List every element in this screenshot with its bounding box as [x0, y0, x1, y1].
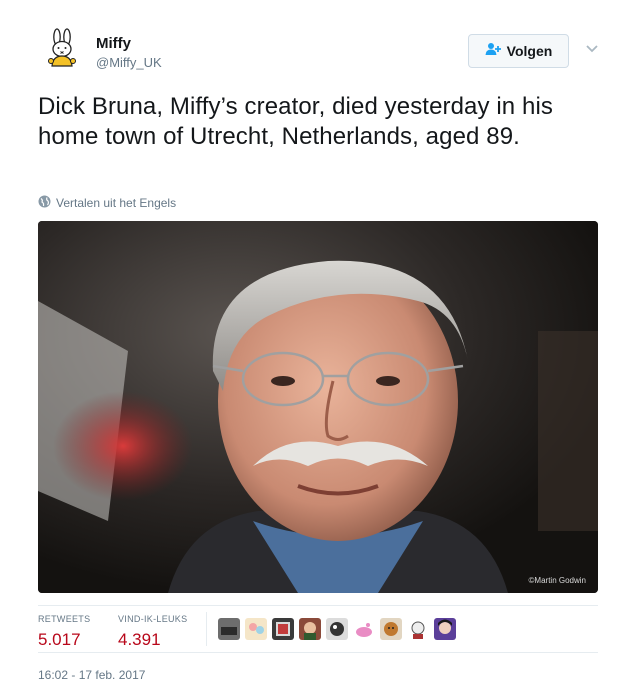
liker-avatar[interactable] [353, 618, 375, 640]
translate-label: Vertalen uit het Engels [56, 196, 177, 210]
liker-avatar[interactable] [218, 618, 240, 640]
likes-count: 4.391 [118, 630, 161, 649]
liker-avatar[interactable] [434, 618, 456, 640]
miffy-avatar-icon[interactable] [38, 26, 86, 74]
tweet-stats: RETWEETS 5.017 VIND-IK-LEUKS 4.391 [38, 605, 598, 653]
retweets-count: 5.017 [38, 630, 81, 649]
liker-avatar[interactable] [245, 618, 267, 640]
tweet-header: Miffy @Miffy_UK Volgen [38, 26, 608, 82]
liker-avatar[interactable] [272, 618, 294, 640]
liker-avatar[interactable] [407, 618, 429, 640]
liker-avatar[interactable] [380, 618, 402, 640]
globe-icon [38, 195, 51, 211]
retweets-label: RETWEETS [38, 614, 91, 624]
user-handle[interactable]: @Miffy_UK [96, 54, 162, 71]
portrait-photo [38, 221, 598, 593]
add-user-icon [485, 42, 501, 61]
photo-credit: ©Martin Godwin [528, 576, 586, 585]
liker-avatar[interactable] [299, 618, 321, 640]
user-names[interactable]: Miffy @Miffy_UK [96, 35, 162, 71]
tweet-photo[interactable]: ©Martin Godwin [38, 221, 598, 593]
tweet-timestamp[interactable]: 16:02 - 17 feb. 2017 [38, 668, 145, 682]
retweets-stat[interactable]: RETWEETS 5.017 [38, 614, 90, 651]
likes-stat[interactable]: VIND-IK-LEUKS 4.391 [118, 614, 187, 651]
tweet-text: Dick Bruna, Miffy’s creator, died yester… [38, 93, 553, 150]
stats-divider [206, 612, 207, 646]
follow-button[interactable]: Volgen [468, 34, 569, 68]
translate-link[interactable]: Vertalen uit het Engels [38, 195, 176, 211]
follow-button-label: Volgen [506, 43, 553, 59]
likes-label: VIND-IK-LEUKS [118, 614, 188, 624]
liker-avatar[interactable] [326, 618, 348, 640]
likers-list [218, 618, 456, 640]
display-name[interactable]: Miffy [96, 35, 162, 53]
chevron-down-icon[interactable] [585, 41, 599, 55]
